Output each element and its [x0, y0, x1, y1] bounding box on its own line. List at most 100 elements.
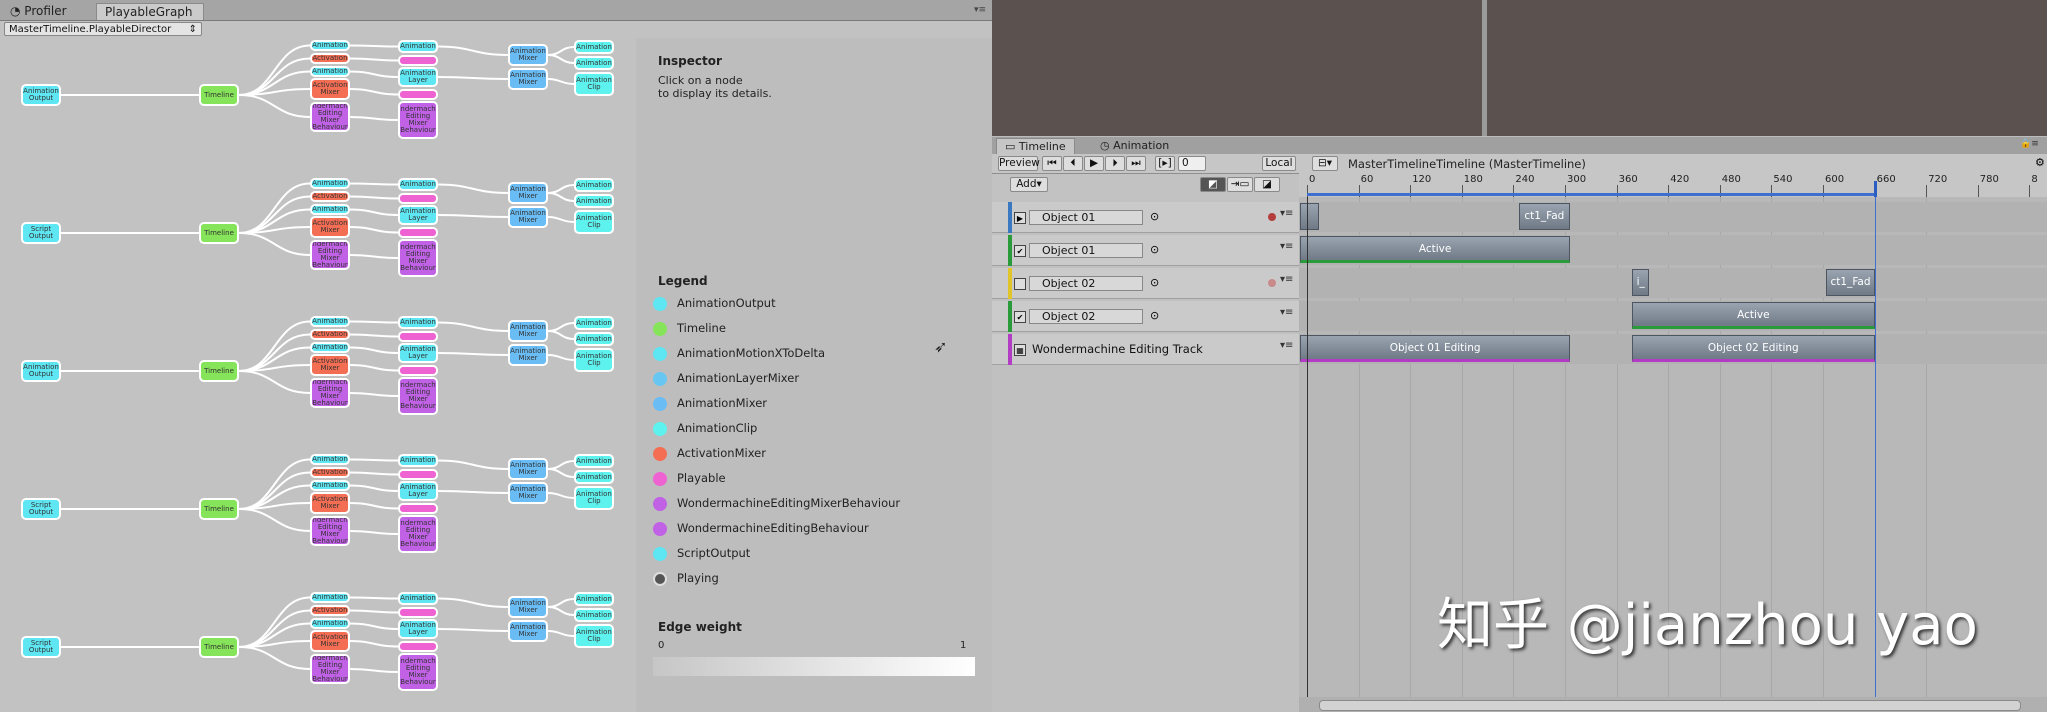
track-type-icon[interactable] [1014, 278, 1026, 290]
track-menu-icon[interactable]: ▾≡ [1280, 340, 1293, 351]
track-object-field[interactable]: Object 01 [1029, 243, 1143, 258]
graph-node-animation-clip[interactable]: Animation [574, 316, 614, 330]
editing-clip[interactable]: Object 02 Editing [1632, 335, 1875, 362]
track-menu-icon[interactable]: ▾≡ [1280, 208, 1293, 219]
graph-node-animation[interactable]: Animation [310, 342, 350, 353]
graph-node-activation-mixer[interactable]: Activation Mixer [310, 216, 350, 238]
track-object-field[interactable]: Object 02 [1029, 309, 1143, 324]
graph-node-output[interactable]: Script Output [21, 222, 61, 244]
graph-node-animation-clip[interactable]: Animation [574, 194, 614, 208]
graph-node-animation[interactable]: Animation [310, 618, 350, 629]
graph-node-animation-clip[interactable]: Animation [574, 592, 614, 606]
timeline-selector-button[interactable]: ⊟▾ [1312, 156, 1338, 171]
graph-node-playable[interactable] [398, 193, 438, 204]
graph-node-playable[interactable] [398, 607, 438, 618]
graph-node-animation-mixer[interactable]: Animation Mixer [508, 344, 548, 366]
add-track-button[interactable]: Add▾ [1010, 177, 1048, 192]
track-type-icon[interactable]: ✔ [1014, 245, 1026, 257]
graph-node-animation[interactable]: Animation [310, 316, 350, 327]
graph-node-playable[interactable] [398, 641, 438, 652]
graph-node-animation-clip[interactable]: Animation [574, 470, 614, 484]
track-menu-icon[interactable]: ▾≡ [1280, 241, 1293, 252]
graph-node-activation-mixer[interactable]: Activation Mixer [310, 354, 350, 376]
tab-profiler[interactable]: ◔ Profiler [2, 3, 75, 20]
graph-canvas[interactable]: Animation Output Timeline Animation Activat… [0, 38, 636, 712]
graph-node-animation[interactable]: Animation [310, 204, 350, 215]
graph-node-playable[interactable] [398, 469, 438, 480]
graph-node-animation-mixer[interactable]: Animation Mixer [508, 206, 548, 228]
graph-node-animation-clip[interactable]: Animation Clip [574, 72, 614, 96]
track-menu-icon[interactable]: ▾≡ [1280, 274, 1293, 285]
graph-node-animation-mixer[interactable]: Animation Mixer [508, 44, 548, 66]
graph-node-wm-behaviour[interactable]: Wondermachine Editing Mixer Behaviour [398, 377, 438, 415]
graph-node-animation-layer[interactable]: Animation Layer [398, 205, 438, 225]
graph-node-animation-layer[interactable]: Animation Layer [398, 481, 438, 501]
graph-node-playable[interactable] [398, 503, 438, 514]
graph-node-animation[interactable]: Animation [398, 454, 438, 467]
track-object-field[interactable]: Object 01 [1029, 210, 1143, 225]
graph-node-wm-mixer[interactable]: Wondermachine Editing Mixer Behaviour [310, 654, 350, 684]
animation-clip[interactable] [1300, 203, 1320, 230]
record-icon[interactable] [1268, 279, 1276, 287]
graph-node-activation[interactable]: Activation [310, 605, 350, 616]
graph-node-animation[interactable]: Animation [310, 40, 350, 51]
graph-node-animation-clip[interactable]: Animation [574, 40, 614, 54]
animation-clip-fade[interactable]: ct1_Fad [1518, 203, 1571, 230]
lock-icon[interactable]: 🔒≡ [2020, 139, 2039, 149]
local-button[interactable]: Local [1262, 156, 1296, 171]
track-type-icon[interactable]: ✔ [1014, 311, 1026, 323]
graph-node-playable[interactable] [398, 365, 438, 376]
frame-field[interactable]: 0 [1178, 156, 1206, 171]
object-picker-icon[interactable]: ⊙ [1150, 309, 1159, 322]
track-header[interactable]: ▶ Object 01 ⊙ ▾≡ [992, 202, 1299, 233]
graph-node-activation-mixer[interactable]: Activation Mixer [310, 630, 350, 652]
track-header[interactable]: Object 02 ⊙ ▾≡ [992, 268, 1299, 299]
graph-node-output[interactable]: Script Output [21, 498, 61, 520]
editing-track-icon[interactable]: ▦ [1014, 344, 1026, 356]
graph-node-animation-clip[interactable]: Animation [574, 454, 614, 468]
prev-frame-button[interactable]: ⏴ [1063, 156, 1083, 171]
graph-node-animation-layer[interactable]: Animation Layer [398, 343, 438, 363]
graph-node-wm-behaviour[interactable]: Wondermachine Editing Mixer Behaviour [398, 239, 438, 277]
graph-node-activation[interactable]: Activation [310, 467, 350, 478]
graph-node-output[interactable]: Script Output [21, 636, 61, 658]
tab-animation[interactable]: ◷ Animation [1092, 138, 1177, 154]
graph-node-animation-mixer[interactable]: Animation Mixer [508, 320, 548, 342]
graph-node-wm-mixer[interactable]: Wondermachine Editing Mixer Behaviour [310, 378, 350, 408]
scene-view-left[interactable] [992, 0, 1482, 136]
editing-clip[interactable]: Object 01 Editing [1300, 335, 1571, 362]
graph-node-wm-mixer[interactable]: Wondermachine Editing Mixer Behaviour [310, 102, 350, 132]
playhead-handle[interactable] [1873, 181, 1877, 197]
last-frame-button[interactable]: ⏭ [1126, 156, 1146, 171]
track-menu-icon[interactable]: ▾≡ [1280, 307, 1293, 318]
graph-node-animation-layer[interactable]: Animation Layer [398, 619, 438, 639]
track-header[interactable]: ✔ Object 02 ⊙ ▾≡ [992, 301, 1299, 332]
object-picker-icon[interactable]: ⊙ [1150, 276, 1159, 289]
graph-node-timeline[interactable]: Timeline [199, 84, 239, 106]
graph-node-animation-clip[interactable]: Animation [574, 178, 614, 192]
graph-node-timeline[interactable]: Timeline [199, 498, 239, 520]
graph-node-animation[interactable]: Animation [398, 592, 438, 605]
graph-node-animation[interactable]: Animation [398, 40, 438, 53]
graph-node-animation[interactable]: Animation [310, 178, 350, 189]
snap-toggle-button[interactable]: ◪ [1254, 177, 1280, 192]
animation-clip-short[interactable]: i_ [1632, 269, 1650, 296]
window-menu-icon[interactable]: ▾≡ [974, 5, 986, 15]
graph-node-output[interactable]: Animation Output [21, 84, 61, 106]
time-ruler[interactable]: 0 60 120 180 240 300 360 420 480 540 600 660 720 780 8 [1299, 173, 2047, 198]
activation-clip[interactable]: Active [1300, 236, 1571, 263]
graph-node-animation[interactable]: Animation [310, 66, 350, 77]
graph-node-wm-behaviour[interactable]: Wondermachine Editing Mixer Behaviour [398, 515, 438, 553]
graph-node-output[interactable]: Animation Output [21, 360, 61, 382]
object-picker-icon[interactable]: ⊙ [1150, 243, 1159, 256]
graph-node-activation[interactable]: Activation [310, 53, 350, 64]
play-button[interactable]: ▶ [1084, 156, 1104, 171]
graph-node-animation-clip[interactable]: Animation [574, 608, 614, 622]
track-header[interactable]: ▦ Wondermachine Editing Track ▾≡ [992, 334, 1299, 365]
graph-node-animation[interactable]: Animation [398, 178, 438, 191]
graph-node-activation-mixer[interactable]: Activation Mixer [310, 492, 350, 514]
tab-playablegraph[interactable]: PlayableGraph [96, 3, 204, 20]
graph-node-activation[interactable]: Activation [310, 329, 350, 340]
graph-node-animation-mixer[interactable]: Animation Mixer [508, 620, 548, 642]
graph-node-animation-mixer[interactable]: Animation Mixer [508, 482, 548, 504]
